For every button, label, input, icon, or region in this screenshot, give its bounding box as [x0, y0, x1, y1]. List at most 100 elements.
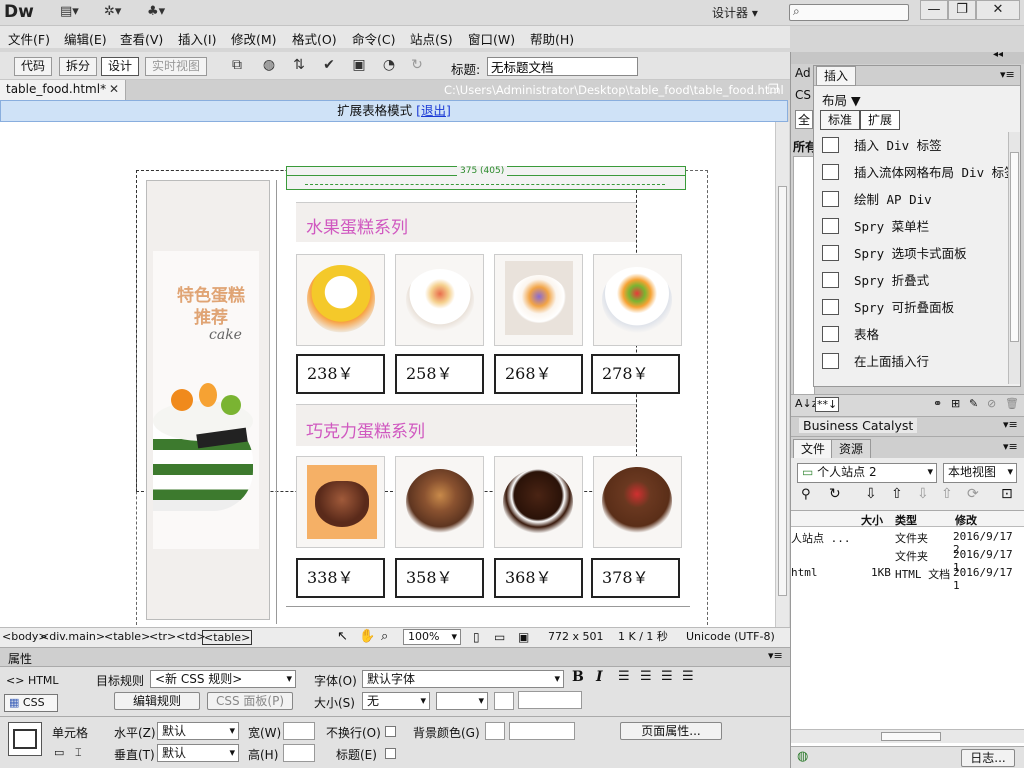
- minimize-icon[interactable]: —: [920, 0, 948, 20]
- files-table[interactable]: 大小 类型 修改 人站点 ... 文件夹 2016/9/17 2 文件夹 201…: [791, 510, 1024, 760]
- menu-edit[interactable]: 编辑(E): [64, 29, 107, 48]
- menu-window[interactable]: 窗口(W): [468, 29, 515, 48]
- price-box[interactable]: 338￥: [296, 558, 385, 598]
- standard-mode-tab[interactable]: 标准: [820, 110, 861, 130]
- bg-color-picker[interactable]: [485, 722, 505, 740]
- header-checkbox[interactable]: [385, 748, 396, 759]
- panel-collapse-bar[interactable]: ◂◂: [791, 49, 1024, 64]
- col-type[interactable]: 类型: [895, 512, 917, 528]
- show-set-icon[interactable]: **↓: [815, 397, 840, 412]
- draw-ap-div-item[interactable]: 绘制 AP Div: [814, 186, 1020, 213]
- business-catalyst-header[interactable]: Business Catalyst ▾≡: [791, 416, 1024, 436]
- select-tool-icon[interactable]: ↖: [337, 628, 348, 646]
- site-select[interactable]: ▭ 个人站点 2: [797, 463, 937, 483]
- put-files-icon[interactable]: ⇧: [891, 486, 903, 502]
- zoom-select[interactable]: 100%: [403, 629, 461, 645]
- checkout-icon[interactable]: ⇩: [917, 486, 929, 502]
- font-select[interactable]: 默认字体: [362, 670, 564, 688]
- price-box[interactable]: 358￥: [395, 558, 484, 598]
- spry-collapsible-item[interactable]: Spry 可折叠面板: [814, 294, 1020, 321]
- business-catalyst-title[interactable]: Business Catalyst: [799, 418, 918, 433]
- file-management-icon[interactable]: ⇅: [288, 57, 310, 75]
- search-input[interactable]: ⌕: [789, 4, 909, 21]
- menu-insert[interactable]: 插入(I): [178, 29, 216, 48]
- product-cell[interactable]: [395, 254, 484, 346]
- css-styles-tab[interactable]: CS: [795, 88, 811, 102]
- vertical-select[interactable]: 默认: [157, 744, 239, 762]
- files-hscrollbar[interactable]: [791, 729, 1024, 743]
- size-unit-select[interactable]: [436, 692, 488, 710]
- menu-help[interactable]: 帮助(H): [530, 29, 574, 48]
- menu-format[interactable]: 格式(O): [292, 29, 337, 48]
- design-scrollbar[interactable]: [775, 122, 789, 627]
- color-input[interactable]: [518, 691, 582, 709]
- file-row[interactable]: 人站点 ... 文件夹 2016/9/17 2: [791, 529, 1024, 556]
- align-center-icon[interactable]: ☰: [640, 669, 652, 684]
- hand-tool-icon[interactable]: ✋: [359, 628, 375, 646]
- close-icon[interactable]: ✕: [976, 0, 1020, 20]
- price-box[interactable]: 258￥: [395, 354, 484, 394]
- price-box[interactable]: 268￥: [494, 354, 583, 394]
- css-tab[interactable]: ▦ CSS: [4, 694, 58, 712]
- panel-menu-icon[interactable]: ▾≡: [1003, 418, 1018, 431]
- split-cell-icon[interactable]: ⌶: [75, 746, 82, 760]
- multiscreen-icon[interactable]: ⧉: [226, 57, 248, 75]
- collapse-icon[interactable]: ◂◂: [993, 49, 1003, 60]
- edit-rule-button[interactable]: 编辑规则: [114, 692, 200, 710]
- sidebar-cell[interactable]: 特色蛋糕 推荐 cake: [146, 180, 270, 620]
- price-box[interactable]: 368￥: [494, 558, 583, 598]
- product-cell[interactable]: [593, 456, 682, 548]
- view-code-button[interactable]: 代码: [14, 57, 53, 76]
- ap-elements-tab[interactable]: Ad: [795, 66, 811, 80]
- bold-icon[interactable]: B: [572, 669, 584, 685]
- desktop-size-icon[interactable]: ▣: [518, 628, 529, 646]
- preview-browser-icon[interactable]: ◍: [258, 57, 280, 75]
- price-box[interactable]: 378￥: [591, 558, 680, 598]
- panel-menu-icon[interactable]: ▾≡: [1000, 68, 1015, 81]
- product-cell[interactable]: [395, 456, 484, 548]
- insert-tab[interactable]: 插入: [816, 66, 857, 86]
- spry-menubar-item[interactable]: Spry 菜单栏: [814, 213, 1020, 240]
- height-input[interactable]: [283, 744, 315, 762]
- assets-tab[interactable]: 资源: [831, 439, 872, 459]
- insert-row-above-item[interactable]: 在上面插入行: [814, 348, 1020, 375]
- w3c-validation-icon[interactable]: ✔: [318, 57, 340, 75]
- page-properties-button[interactable]: 页面属性...: [620, 722, 722, 740]
- connect-icon[interactable]: ⚲: [801, 487, 811, 502]
- document-tab[interactable]: table_food.html* ✕: [0, 80, 126, 100]
- trash-icon[interactable]: 🗑: [1005, 397, 1019, 410]
- product-cell[interactable]: [296, 254, 385, 346]
- bg-color-input[interactable]: [509, 722, 575, 740]
- refresh-icon[interactable]: ↻: [406, 57, 428, 75]
- check-browser-icon[interactable]: ◔: [378, 57, 400, 75]
- edit-icon[interactable]: ✎: [969, 397, 978, 410]
- menu-view[interactable]: 查看(V): [120, 29, 163, 48]
- tag-selector-tr[interactable]: <tr>: [149, 628, 176, 646]
- window-size[interactable]: 772 x 501: [548, 628, 604, 646]
- product-cell[interactable]: [494, 254, 583, 346]
- tag-selector-table[interactable]: <table>: [104, 628, 150, 646]
- insert-scrollbar[interactable]: [1008, 132, 1020, 384]
- price-box[interactable]: 238￥: [296, 354, 385, 394]
- spry-tabbed-panels-item[interactable]: Spry 选项卡式面板: [814, 240, 1020, 267]
- refresh-icon[interactable]: ↻: [829, 486, 841, 502]
- width-input[interactable]: [283, 722, 315, 740]
- price-box[interactable]: 278￥: [591, 354, 680, 394]
- product-cell[interactable]: [593, 254, 682, 346]
- table-item[interactable]: 表格: [814, 321, 1020, 348]
- css-panel-button[interactable]: CSS 面板(P): [207, 692, 293, 710]
- justify-icon[interactable]: ☰: [682, 669, 694, 684]
- view-split-button[interactable]: 拆分: [59, 57, 98, 76]
- disable-icon[interactable]: ⊘: [987, 397, 996, 410]
- view-live-button[interactable]: 实时视图: [145, 57, 208, 76]
- product-cell[interactable]: [296, 456, 385, 548]
- align-left-icon[interactable]: ☰: [618, 669, 630, 684]
- panel-menu-icon[interactable]: ▾≡: [768, 649, 783, 662]
- new-rule-icon[interactable]: ⊞: [951, 397, 960, 410]
- col-modified[interactable]: 修改: [955, 512, 977, 528]
- insert-div-item[interactable]: 插入 Div 标签: [814, 132, 1020, 159]
- sync-icon[interactable]: ⟳: [967, 486, 979, 502]
- menu-modify[interactable]: 修改(M): [231, 29, 277, 48]
- horizontal-select[interactable]: 默认: [157, 722, 239, 740]
- product-cell[interactable]: [494, 456, 583, 548]
